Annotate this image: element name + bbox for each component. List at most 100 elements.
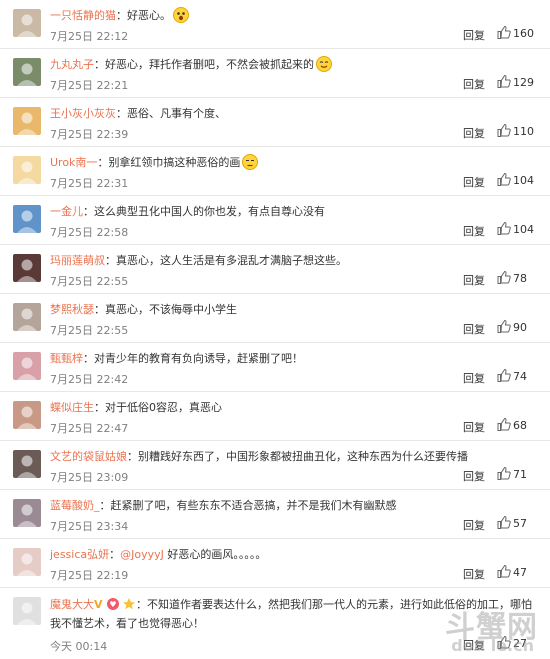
username-link[interactable]: 蓝莓酸奶_ bbox=[50, 499, 100, 512]
username-link[interactable]: 玛丽莲萌叔 bbox=[50, 254, 105, 267]
like-count: 104 bbox=[513, 223, 534, 236]
like-button[interactable]: 47 bbox=[497, 564, 527, 579]
like-button[interactable]: 68 bbox=[497, 417, 527, 432]
annoyed-emoji-icon bbox=[242, 154, 259, 170]
like-button[interactable]: 129 bbox=[497, 74, 534, 89]
comment-item: 梦熙秋瑟：真恶心，不该侮辱中小学生 7月25日 22:55 回复 90 bbox=[0, 294, 550, 343]
comment-time: 7月25日 22:55 bbox=[50, 275, 129, 288]
comment-body: 文艺的袋鼠姑娘：别糟践好东西了，中国形象都被扭曲丑化，这种东西为什么还要传播 bbox=[50, 448, 545, 466]
colon-separator: ： bbox=[99, 499, 111, 512]
like-button[interactable]: 160 bbox=[497, 25, 534, 40]
reply-button[interactable]: 回复 bbox=[463, 637, 485, 653]
username-link[interactable]: 一只恬静的猫 bbox=[50, 9, 116, 22]
like-count: 160 bbox=[513, 27, 534, 40]
thumbs-up-icon bbox=[497, 466, 513, 481]
comment-text: 对青少年的教育有负向诱导，赶紧删了吧！ bbox=[94, 352, 303, 365]
user-avatar[interactable] bbox=[13, 156, 41, 184]
like-button[interactable]: 71 bbox=[497, 466, 527, 481]
username-link[interactable]: 梦熙秋瑟 bbox=[50, 303, 94, 316]
reply-button[interactable]: 回复 bbox=[463, 223, 485, 239]
comment-body: jessica弘妍：@JoyyyJ 好恶心的画风。。。。。 bbox=[50, 546, 545, 564]
comment-item: 王小灰小灰灰：恶俗、凡事有个度、 7月25日 22:39 回复 110 bbox=[0, 98, 550, 147]
shock-emoji-icon bbox=[173, 7, 189, 23]
reply-button[interactable]: 回复 bbox=[463, 370, 485, 386]
smile-emoji-icon bbox=[316, 56, 332, 72]
user-avatar[interactable] bbox=[13, 548, 41, 576]
reply-button[interactable]: 回复 bbox=[463, 468, 485, 484]
like-count: 74 bbox=[513, 370, 527, 383]
comment-text: 好恶心，拜托作者删吧，不然会被抓起来的 bbox=[105, 58, 314, 71]
comment-text: 真恶心，不该侮辱中小学生 bbox=[105, 303, 237, 316]
thumbs-up-icon bbox=[497, 635, 513, 650]
colon-separator: ： bbox=[127, 450, 138, 463]
like-button[interactable]: 27 bbox=[497, 635, 527, 650]
reply-button[interactable]: 回复 bbox=[463, 566, 485, 582]
comment-body: 一金儿：这么典型丑化中国人的你也发，有点自尊心没有 bbox=[50, 203, 545, 221]
thumbs-up-icon bbox=[497, 368, 513, 383]
mention-link[interactable]: @JoyyyJ bbox=[120, 548, 164, 561]
user-avatar[interactable] bbox=[13, 499, 41, 527]
like-count: 90 bbox=[513, 321, 527, 334]
reply-button[interactable]: 回复 bbox=[463, 321, 485, 337]
reply-button[interactable]: 回复 bbox=[463, 517, 485, 533]
like-count: 110 bbox=[513, 125, 534, 138]
comment-body: 梦熙秋瑟：真恶心，不该侮辱中小学生 bbox=[50, 301, 545, 319]
username-link[interactable]: 九丸丸子 bbox=[50, 58, 94, 71]
comment-time: 7月25日 22:39 bbox=[50, 128, 129, 141]
username-link[interactable]: 甄甄梓 bbox=[50, 352, 83, 365]
user-avatar[interactable] bbox=[13, 450, 41, 478]
user-avatar[interactable] bbox=[13, 352, 41, 380]
reply-button[interactable]: 回复 bbox=[463, 272, 485, 288]
thumbs-up-icon bbox=[497, 515, 513, 530]
comment-item: 一金儿：这么典型丑化中国人的你也发，有点自尊心没有 7月25日 22:58 回复 10… bbox=[0, 196, 550, 245]
like-button[interactable]: 74 bbox=[497, 368, 527, 383]
like-button[interactable]: 104 bbox=[497, 221, 534, 236]
user-avatar[interactable] bbox=[13, 254, 41, 282]
reply-button[interactable]: 回复 bbox=[463, 27, 485, 43]
like-button[interactable]: 104 bbox=[497, 172, 534, 187]
like-count: 68 bbox=[513, 419, 527, 432]
reply-button[interactable]: 回复 bbox=[463, 174, 485, 190]
username-link[interactable]: 王小灰小灰灰 bbox=[50, 107, 116, 120]
username-link[interactable]: Urok南一 bbox=[50, 156, 97, 169]
like-button[interactable]: 90 bbox=[497, 319, 527, 334]
comment-body: 蓝莓酸奶_：赶紧删了吧，有些东东不适合恶搞，并不是我们木有幽默感 bbox=[50, 497, 545, 515]
username-link[interactable]: 文艺的袋鼠姑娘 bbox=[50, 450, 127, 463]
thumbs-up-icon bbox=[497, 123, 513, 138]
comment-time: 7月25日 22:31 bbox=[50, 177, 129, 190]
like-count: 47 bbox=[513, 566, 527, 579]
user-avatar[interactable] bbox=[13, 58, 41, 86]
colon-separator: ： bbox=[116, 107, 127, 120]
username-link[interactable]: jessica弘妍 bbox=[50, 548, 109, 561]
comment-item: 魔鬼大大V ♥ ：不知道作者要表达什么，然把我们那一代人的元素，进行如此低俗的加工… bbox=[0, 588, 550, 659]
username-link[interactable]: 一金儿 bbox=[50, 205, 83, 218]
like-button[interactable]: 110 bbox=[497, 123, 534, 138]
like-button[interactable]: 78 bbox=[497, 270, 527, 285]
comment-item: jessica弘妍：@JoyyyJ 好恶心的画风。。。。。 7月25日 22:19… bbox=[0, 539, 550, 588]
comment-text: 好恶心。 bbox=[127, 9, 171, 22]
reply-button[interactable]: 回复 bbox=[463, 125, 485, 141]
like-count: 27 bbox=[513, 637, 527, 650]
user-avatar[interactable] bbox=[13, 401, 41, 429]
comment-item: Urok南一：别拿红领巾搞这种恶俗的画 7月25日 22:31 回复 104 bbox=[0, 147, 550, 196]
like-count: 78 bbox=[513, 272, 527, 285]
colon-separator: ： bbox=[109, 548, 121, 561]
comment-body: 九丸丸子：好恶心，拜托作者删吧，不然会被抓起来的 bbox=[50, 56, 545, 74]
user-avatar[interactable] bbox=[13, 107, 41, 135]
colon-separator: ： bbox=[97, 156, 109, 169]
username-link[interactable]: 魔鬼大大 bbox=[50, 598, 94, 611]
username-link[interactable]: 蝶似庄生 bbox=[50, 401, 94, 414]
colon-separator: ： bbox=[83, 205, 94, 218]
comment-text: 别拿红领巾搞这种恶俗的画 bbox=[108, 156, 241, 169]
like-button[interactable]: 57 bbox=[497, 515, 527, 530]
comment-item: 玛丽莲萌叔：真恶心，这人生活是有多混乱才满脑子想这些。 7月25日 22:55 回复… bbox=[0, 245, 550, 294]
thumbs-up-icon bbox=[497, 221, 513, 236]
user-avatar[interactable] bbox=[13, 597, 41, 625]
user-avatar[interactable] bbox=[13, 205, 41, 233]
user-avatar[interactable] bbox=[13, 303, 41, 331]
reply-button[interactable]: 回复 bbox=[463, 419, 485, 435]
comment-time: 7月25日 22:19 bbox=[50, 569, 129, 582]
reply-button[interactable]: 回复 bbox=[463, 76, 485, 92]
user-avatar[interactable] bbox=[13, 9, 41, 37]
colon-separator: ： bbox=[94, 58, 105, 71]
